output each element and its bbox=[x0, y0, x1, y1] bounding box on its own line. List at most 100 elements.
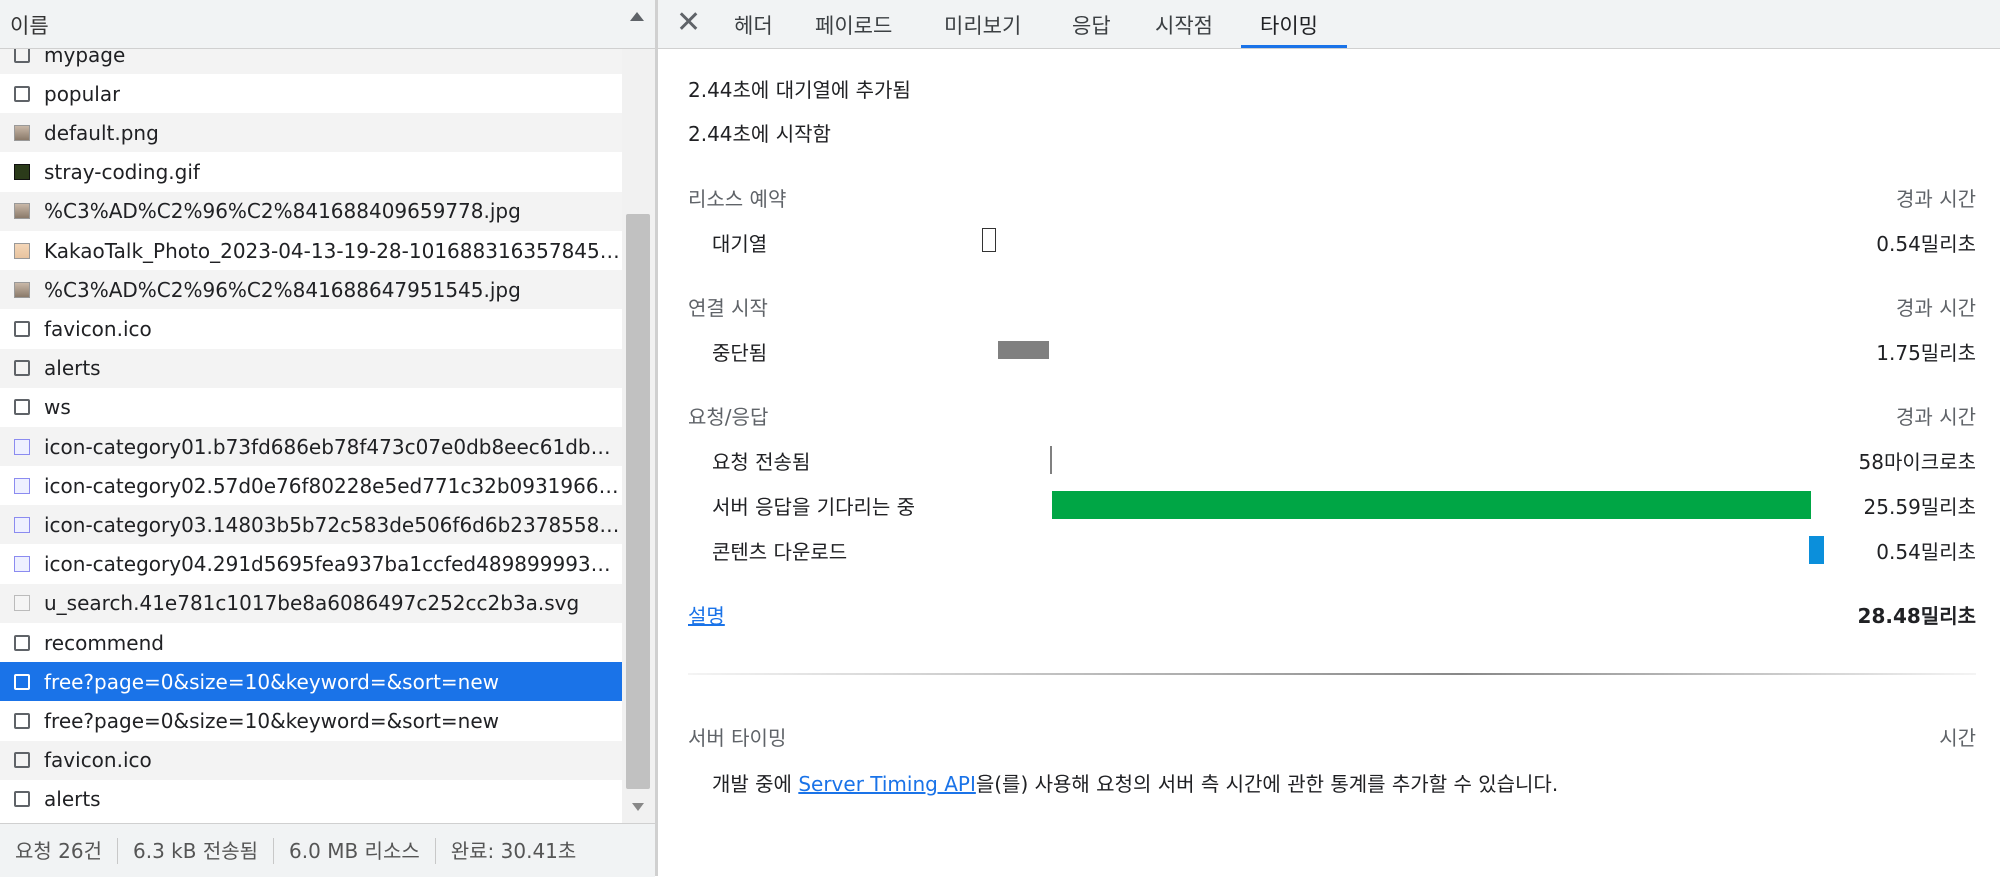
connection-start-title: 연결 시작 bbox=[688, 296, 768, 320]
request-row[interactable]: free?page=0&size=10&keyword=&sort=new bbox=[0, 701, 622, 740]
queued-at-text: 2.44초에 대기열에 추가됨 bbox=[688, 78, 911, 102]
resources-size: 6.0 MB 리소스 bbox=[274, 837, 436, 864]
document-icon bbox=[14, 399, 30, 416]
request-row[interactable]: mypage bbox=[0, 49, 622, 74]
request-row[interactable]: %C3%AD%C2%96%C2%841688647951545.jpg bbox=[0, 270, 622, 310]
request-name: icon-category01.b73fd686eb78f473c07e0db8… bbox=[44, 434, 622, 459]
request-row[interactable]: alerts bbox=[0, 348, 622, 388]
request-name: alerts bbox=[44, 787, 101, 812]
stalled-bar bbox=[998, 341, 1049, 359]
queueing-label: 대기열 bbox=[712, 232, 768, 256]
request-sent-value: 58마이크로초 bbox=[1858, 450, 1976, 474]
tab-headers[interactable]: 헤더 bbox=[734, 10, 773, 40]
request-list-scrollbar[interactable] bbox=[622, 49, 655, 823]
stalled-value: 1.75밀리초 bbox=[1876, 341, 1976, 365]
request-name: icon-category02.57d0e76f80228e5ed771c32b… bbox=[44, 473, 622, 498]
photo-icon bbox=[14, 242, 30, 259]
svg-icon bbox=[14, 516, 30, 533]
content-download-label: 콘텐츠 다운로드 bbox=[712, 540, 848, 564]
request-name: u_search.41e781c1017be8a6086497c252cc2b3… bbox=[44, 591, 580, 616]
request-row[interactable]: icon-category04.291d5695fea937ba1ccfed48… bbox=[0, 545, 622, 584]
request-sent-label: 요청 전송됨 bbox=[712, 450, 811, 474]
request-list-header[interactable]: 이름 bbox=[0, 0, 655, 49]
request-name: free?page=0&size=10&keyword=&sort=new bbox=[44, 669, 499, 694]
request-name: favicon.ico bbox=[44, 748, 152, 773]
server-timing-description: 개발 중에 Server Timing API을(를) 사용해 요청의 서버 측… bbox=[712, 768, 1558, 797]
svg-icon bbox=[14, 556, 30, 573]
request-name: alerts bbox=[44, 356, 101, 381]
request-name: mypage bbox=[44, 49, 126, 67]
server-timing-text-before: 개발 중에 bbox=[712, 772, 799, 796]
server-timing-api-link[interactable]: Server Timing API bbox=[798, 772, 976, 796]
close-icon[interactable]: ✕ bbox=[676, 6, 701, 40]
server-timing-text-after: 을(를) 사용해 요청의 서버 측 시간에 관한 통계를 추가할 수 있습니다. bbox=[975, 772, 1559, 796]
document-icon bbox=[14, 791, 30, 808]
request-row[interactable]: icon-category02.57d0e76f80228e5ed771c32b… bbox=[0, 466, 622, 505]
request-row[interactable]: favicon.ico bbox=[0, 740, 622, 780]
server-timing-title: 서버 타이밍 bbox=[688, 726, 787, 750]
request-row[interactable]: icon-category01.b73fd686eb78f473c07e0db8… bbox=[0, 427, 622, 466]
request-row[interactable]: stray-coding.gif bbox=[0, 153, 622, 192]
request-row[interactable]: recommend bbox=[0, 623, 622, 662]
request-name: recommend bbox=[44, 630, 164, 655]
document-icon bbox=[14, 712, 30, 729]
request-row[interactable]: ws bbox=[0, 388, 622, 427]
waiting-value: 25.59밀리초 bbox=[1863, 495, 1976, 519]
request-name: popular bbox=[44, 81, 121, 106]
section-divider bbox=[688, 673, 1976, 675]
elapsed-time-header: 경과 시간 bbox=[1896, 187, 1976, 211]
request-row[interactable]: KakaoTalk_Photo_2023-04-13-19-28-1016883… bbox=[0, 231, 622, 270]
gif-icon bbox=[14, 164, 30, 181]
status-bar: 요청 26건 6.3 kB 전송됨 6.0 MB 리소스 완료: 30.41초 bbox=[0, 823, 655, 877]
active-tab-indicator bbox=[1241, 45, 1347, 48]
waiting-ttfb-bar bbox=[1052, 491, 1811, 519]
request-name: free?page=0&size=10&keyword=&sort=new bbox=[44, 708, 499, 733]
request-row[interactable]: %C3%AD%C2%96%C2%841688409659778.jpg bbox=[0, 191, 622, 231]
content-download-bar bbox=[1809, 536, 1824, 564]
document-icon bbox=[14, 673, 30, 690]
image-icon bbox=[14, 124, 30, 141]
request-name: %C3%AD%C2%96%C2%841688409659778.jpg bbox=[44, 199, 521, 224]
request-details-pane: ✕ 헤더 페이로드 미리보기 응답 시작점 타이밍 2.44초에 대기열에 추가… bbox=[658, 0, 2000, 876]
request-row[interactable]: default.png bbox=[0, 113, 622, 153]
devtools-network-panel: 이름 mypage popular default.png stray-coding.… bbox=[0, 0, 2000, 877]
elapsed-time-header: 경과 시간 bbox=[1896, 405, 1976, 429]
explanation-link[interactable]: 설명 bbox=[688, 600, 725, 629]
queueing-value: 0.54밀리초 bbox=[1876, 232, 1976, 256]
tab-initiator[interactable]: 시작점 bbox=[1155, 10, 1213, 40]
document-icon bbox=[14, 320, 30, 337]
name-column-header[interactable]: 이름 bbox=[10, 10, 49, 40]
request-name: KakaoTalk_Photo_2023-04-13-19-28-1016883… bbox=[44, 238, 622, 263]
svg-gray-icon bbox=[14, 595, 30, 612]
document-icon bbox=[14, 85, 30, 102]
tab-preview[interactable]: 미리보기 bbox=[944, 10, 1021, 40]
request-response-title: 요청/응답 bbox=[688, 405, 769, 429]
scrollbar-thumb[interactable] bbox=[626, 214, 650, 789]
document-icon bbox=[14, 634, 30, 651]
tab-timing[interactable]: 타이밍 bbox=[1260, 10, 1318, 40]
request-row-selected[interactable]: free?page=0&size=10&keyword=&sort=new bbox=[0, 662, 622, 702]
request-row[interactable]: u_search.41e781c1017be8a6086497c252cc2b3… bbox=[0, 583, 622, 623]
document-icon bbox=[14, 360, 30, 377]
tab-payload[interactable]: 페이로드 bbox=[815, 10, 892, 40]
started-at-text: 2.44초에 시작함 bbox=[688, 122, 831, 146]
request-row[interactable]: alerts bbox=[0, 780, 622, 819]
tab-response[interactable]: 응답 bbox=[1072, 10, 1111, 40]
request-name: stray-coding.gif bbox=[44, 160, 200, 185]
transferred-size: 6.3 kB 전송됨 bbox=[118, 837, 275, 864]
request-name: icon-category04.291d5695fea937ba1ccfed48… bbox=[44, 552, 622, 577]
elapsed-time-header: 경과 시간 bbox=[1896, 296, 1976, 320]
request-row[interactable]: favicon.ico bbox=[0, 309, 622, 348]
request-sent-bar bbox=[1050, 446, 1052, 474]
request-list: mypage popular default.png stray-coding.gif… bbox=[0, 49, 622, 823]
content-download-value: 0.54밀리초 bbox=[1876, 540, 1976, 564]
request-row[interactable]: popular bbox=[0, 74, 622, 113]
request-row[interactable]: icon-category03.14803b5b72c583de506f6d6b… bbox=[0, 505, 622, 545]
request-name: favicon.ico bbox=[44, 316, 152, 341]
sort-ascending-icon[interactable] bbox=[630, 12, 644, 21]
svg-icon bbox=[14, 438, 30, 455]
finish-time: 완료: 30.41초 bbox=[450, 838, 577, 863]
request-list-pane: 이름 mypage popular default.png stray-coding.… bbox=[0, 0, 655, 877]
scroll-down-arrow-icon[interactable] bbox=[632, 803, 644, 811]
stalled-label: 중단됨 bbox=[712, 341, 768, 365]
